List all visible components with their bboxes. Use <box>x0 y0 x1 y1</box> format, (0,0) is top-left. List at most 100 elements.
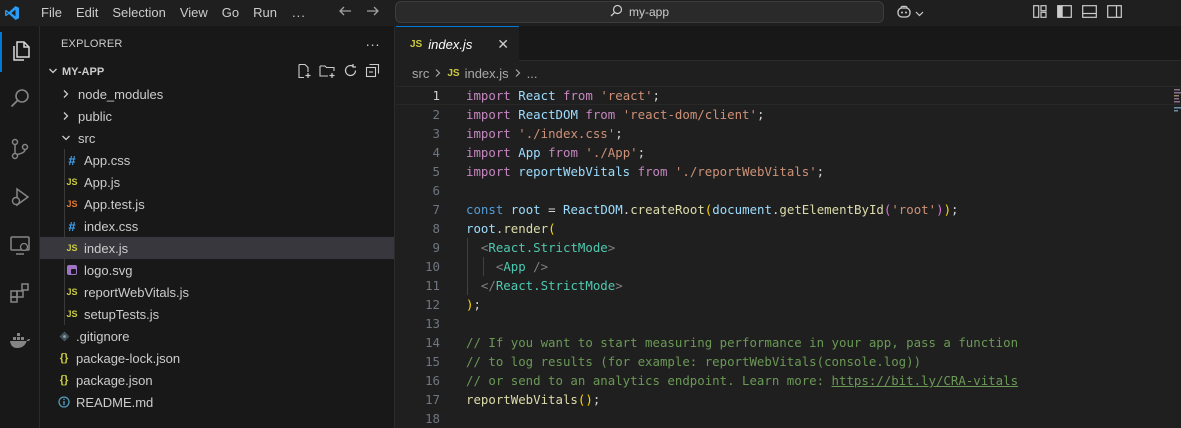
code-token: App <box>518 145 541 160</box>
line-number: 1 <box>432 88 440 103</box>
tree-item-label: package-lock.json <box>76 350 181 366</box>
tree-file-logo-svg[interactable]: logo.svg <box>40 259 394 281</box>
tree-file-app-js[interactable]: JS App.js <box>40 171 394 193</box>
tree-file-gitignore[interactable]: .gitignore <box>40 325 394 347</box>
vscode-logo-icon <box>0 0 24 26</box>
indent-guide <box>64 281 65 303</box>
code-editor[interactable]: 1 import React from 'react'; 2 import Re… <box>396 86 1181 428</box>
breadcrumb-file[interactable]: index.js <box>465 66 509 81</box>
line-number: 16 <box>425 373 440 388</box>
toggle-primary-sidebar-icon[interactable] <box>1057 5 1072 21</box>
indent-guide <box>64 303 65 325</box>
menu-edit[interactable]: Edit <box>69 0 105 26</box>
back-arrow-icon[interactable] <box>338 4 352 23</box>
line-number: 3 <box>432 126 440 141</box>
tree-item-label: setupTests.js <box>84 306 160 322</box>
code-token: reportWebVitals <box>466 392 578 407</box>
search-activity[interactable] <box>0 80 40 120</box>
tree-file-reportwebvitals-js[interactable]: JS reportWebVitals.js <box>40 281 394 303</box>
code-text: <App /> <box>466 259 548 274</box>
code-token: import <box>466 88 511 103</box>
search-icon <box>8 87 32 114</box>
tree-file-app-css[interactable]: # App.css <box>40 149 394 171</box>
menu-more[interactable]: ... <box>284 0 314 26</box>
copilot-button[interactable] <box>896 0 924 26</box>
code-token: root <box>510 202 541 217</box>
layout-controls <box>1033 0 1122 26</box>
code-token: 'react' <box>600 88 653 103</box>
breadcrumb-folder[interactable]: src <box>412 66 429 81</box>
tree-file-setuptests-js[interactable]: JS setupTests.js <box>40 303 394 325</box>
extensions-activity[interactable] <box>0 274 40 314</box>
code-text: <React.StrictMode> <box>466 240 615 255</box>
tree-item-label: README.md <box>76 394 154 410</box>
files-icon <box>9 39 33 66</box>
search-icon <box>610 4 623 20</box>
code-token: import <box>466 107 511 122</box>
line-number: 18 <box>425 411 440 426</box>
source-control-activity[interactable] <box>0 130 40 170</box>
code-line: 10 <App /> <box>396 257 1181 276</box>
explorer-more-actions-button[interactable]: ··· <box>365 36 380 52</box>
collapse-all-icon[interactable] <box>365 63 380 81</box>
test-file-icon: JS <box>66 199 78 209</box>
menu-view[interactable]: View <box>173 0 215 26</box>
forward-arrow-icon[interactable] <box>366 4 380 23</box>
tree-folder-public[interactable]: public <box>40 105 394 127</box>
tab-index-js[interactable]: JS index.js ✕ <box>396 26 519 61</box>
indent-guide <box>64 237 65 259</box>
code-token: import <box>466 126 511 141</box>
js-file-icon: JS <box>410 38 423 50</box>
code-token: ReactDOM <box>518 107 578 122</box>
code-token: './reportWebVitals' <box>674 164 817 179</box>
tree-file-package-json[interactable]: {} package.json <box>40 369 394 391</box>
menu-bar: File Edit Selection View Go Run ... <box>34 0 314 26</box>
project-section-header[interactable]: MY-APP <box>40 61 394 83</box>
tree-folder-src[interactable]: src <box>40 127 394 149</box>
code-token: ) <box>936 202 944 217</box>
tree-file-package-lock-json[interactable]: {} package-lock.json <box>40 347 394 369</box>
code-token: ReactDOM <box>563 202 623 217</box>
menu-selection[interactable]: Selection <box>105 0 172 26</box>
tree-file-readme-md[interactable]: README.md <box>40 391 394 413</box>
code-line: 2 import ReactDOM from 'react-dom/client… <box>396 105 1181 124</box>
new-file-icon[interactable] <box>296 63 312 82</box>
json-file-icon: {} <box>59 374 69 386</box>
tree-file-index-css[interactable]: # index.css <box>40 215 394 237</box>
minimap[interactable] <box>1174 88 1181 118</box>
remote-explorer-activity[interactable] <box>0 226 40 266</box>
tree-folder-node-modules[interactable]: node_modules <box>40 83 394 105</box>
indent-guide <box>64 171 65 193</box>
css-file-icon: # <box>68 218 76 234</box>
tree-item-label: src <box>78 130 96 146</box>
run-debug-activity[interactable] <box>0 178 40 218</box>
code-token: from <box>563 88 593 103</box>
tree-file-app-test-js[interactable]: JS App.test.js <box>40 193 394 215</box>
menu-run[interactable]: Run <box>246 0 284 26</box>
toggle-panel-icon[interactable] <box>1082 5 1097 21</box>
breadcrumb-symbol[interactable]: ... <box>527 66 538 81</box>
docker-icon <box>8 329 32 356</box>
tree-item-label: node_modules <box>78 86 164 102</box>
tree-file-index-js[interactable]: JS index.js <box>40 237 394 259</box>
code-link[interactable]: https://bit.ly/CRA-vitals <box>832 373 1019 388</box>
code-token: root <box>466 221 496 236</box>
copilot-icon <box>896 5 912 22</box>
code-token: > <box>607 240 616 255</box>
command-center-search[interactable]: my-app <box>395 1 884 23</box>
menu-file[interactable]: File <box>34 0 69 26</box>
customize-layout-icon[interactable] <box>1033 5 1047 21</box>
code-text: import React from 'react'; <box>466 88 660 103</box>
menu-go[interactable]: Go <box>215 0 246 26</box>
new-folder-icon[interactable] <box>319 63 336 82</box>
tree-item-label: public <box>78 108 112 124</box>
tree-item-label: index.js <box>84 240 129 256</box>
code-token: ; <box>951 202 959 217</box>
docker-activity[interactable] <box>0 322 40 362</box>
close-icon[interactable]: ✕ <box>497 36 509 53</box>
code-token: ; <box>615 126 623 141</box>
refresh-icon[interactable] <box>343 63 358 81</box>
toggle-secondary-sidebar-icon[interactable] <box>1107 5 1122 21</box>
line-number: 8 <box>432 221 440 236</box>
explorer-activity[interactable] <box>0 32 40 72</box>
